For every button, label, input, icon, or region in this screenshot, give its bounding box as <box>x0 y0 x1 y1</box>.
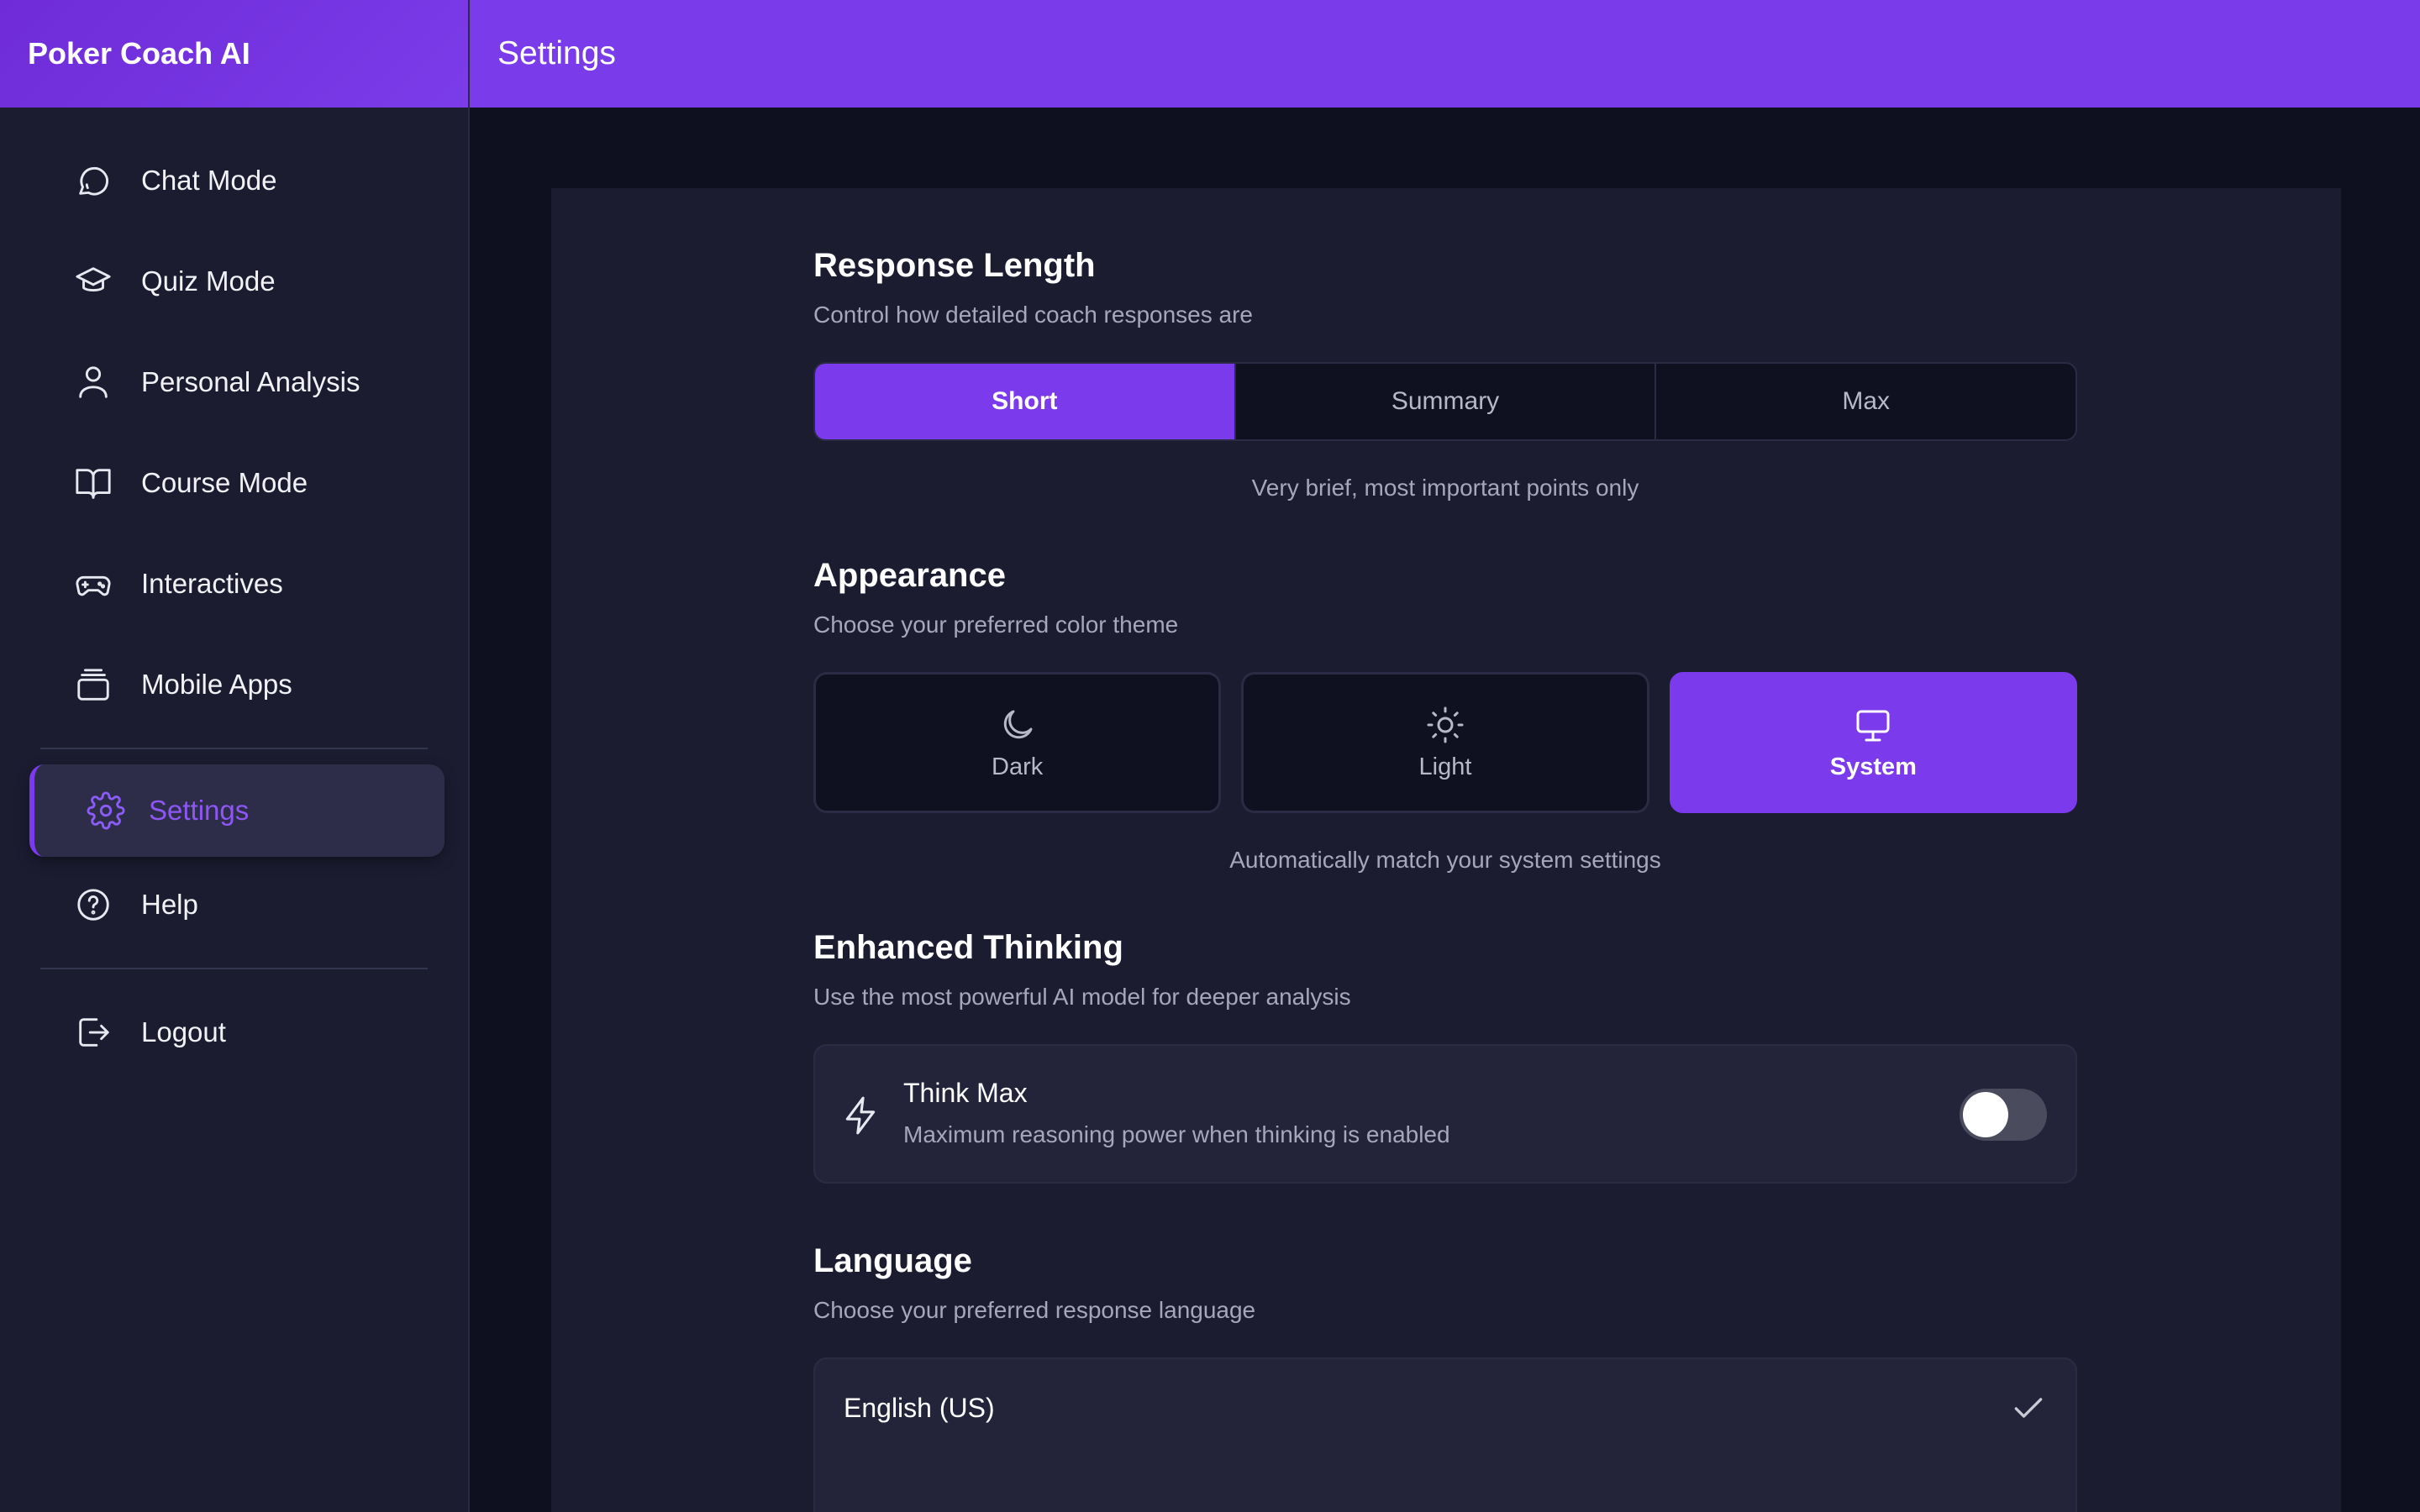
theme-label: Light <box>1418 753 1472 780</box>
question-circle-icon <box>74 885 113 924</box>
gear-icon <box>87 791 125 830</box>
sidebar-item-label: Mobile Apps <box>141 669 292 700</box>
think-max-toggle[interactable] <box>1960 1089 2047 1141</box>
theme-dark-button[interactable]: Dark <box>813 672 1222 813</box>
sidebar-item-quiz-mode[interactable]: Quiz Mode <box>0 244 468 319</box>
response-length-section: Response Length Control how detailed coa… <box>813 188 2077 501</box>
sidebar-item-mobile-apps[interactable]: Mobile Apps <box>0 647 468 722</box>
sidebar-item-label: Chat Mode <box>141 165 277 196</box>
section-title: Response Length <box>813 247 1096 284</box>
sidebar-item-label: Help <box>141 889 198 920</box>
moon-icon <box>997 705 1038 745</box>
sidebar-nav: Chat Mode Quiz Mode Personal Analysis Co… <box>0 108 468 1070</box>
language-option-selected[interactable]: English (US) <box>815 1359 2075 1457</box>
sidebar-item-label: Settings <box>149 795 250 826</box>
page-title: Settings <box>470 0 2420 108</box>
sidebar-item-label: Logout <box>141 1016 226 1047</box>
section-title: Appearance <box>813 557 1006 594</box>
main-content: Response Length Control how detailed coa… <box>471 108 2420 1512</box>
response-length-selector: Short Summary Max <box>813 362 2077 441</box>
response-length-summary-button[interactable]: Summary <box>1236 364 1657 439</box>
lightning-bolt-icon <box>840 1093 882 1138</box>
logout-icon <box>74 1013 113 1052</box>
response-length-short-button[interactable]: Short <box>815 364 1236 439</box>
monitor-icon <box>1853 705 1893 745</box>
user-icon <box>74 363 113 402</box>
theme-label: Dark <box>992 753 1044 780</box>
checkmark-icon <box>2010 1389 2047 1426</box>
appearance-hint: Automatically match your system settings <box>1229 847 1661 873</box>
section-title: Enhanced Thinking <box>813 929 1123 966</box>
sidebar: Poker Coach AI Chat Mode Quiz Mode Perso… <box>0 0 470 1512</box>
think-max-card: Think Max Maximum reasoning power when t… <box>813 1044 2077 1184</box>
sidebar-item-help[interactable]: Help <box>0 867 468 942</box>
language-section: Language Choose your preferred response … <box>813 1242 2077 1512</box>
think-max-title: Think Max <box>903 1078 1028 1108</box>
settings-panel: Response Length Control how detailed coa… <box>551 188 2341 1512</box>
section-description: Control how detailed coach responses are <box>813 302 1253 328</box>
sidebar-item-course-mode[interactable]: Course Mode <box>0 445 468 521</box>
sidebar-item-chat-mode[interactable]: Chat Mode <box>0 143 468 218</box>
response-length-max-button[interactable]: Max <box>1656 364 2075 439</box>
language-list: English (US) <box>813 1357 2077 1512</box>
toggle-knob <box>1963 1092 2008 1137</box>
sidebar-divider <box>40 968 428 969</box>
sidebar-item-logout[interactable]: Logout <box>0 995 468 1070</box>
sidebar-divider <box>40 748 428 749</box>
book-open-icon <box>74 464 113 502</box>
sidebar-item-settings[interactable]: Settings <box>29 764 445 857</box>
sun-icon <box>1425 705 1465 745</box>
app-title: Poker Coach AI <box>0 0 468 108</box>
section-description: Use the most powerful AI model for deepe… <box>813 984 1351 1010</box>
sidebar-item-label: Quiz Mode <box>141 265 276 297</box>
gamepad-icon <box>74 564 113 603</box>
settings-content: Response Length Control how detailed coa… <box>813 188 2077 1512</box>
theme-label: System <box>1829 753 1917 780</box>
stacked-cards-icon <box>74 665 113 704</box>
sidebar-item-interactives[interactable]: Interactives <box>0 546 468 622</box>
section-title: Language <box>813 1242 972 1279</box>
app-root: Poker Coach AI Chat Mode Quiz Mode Perso… <box>0 0 2420 1512</box>
theme-selector: Dark Light System <box>813 672 2077 813</box>
response-length-hint: Very brief, most important points only <box>1251 475 1639 501</box>
sidebar-item-label: Personal Analysis <box>141 366 360 397</box>
section-description: Choose your preferred response language <box>813 1297 1256 1323</box>
language-label: English (US) <box>844 1392 995 1423</box>
graduation-cap-icon <box>74 262 113 301</box>
theme-system-button[interactable]: System <box>1669 672 2077 813</box>
sidebar-item-personal-analysis[interactable]: Personal Analysis <box>0 344 468 420</box>
theme-light-button[interactable]: Light <box>1241 672 1649 813</box>
chat-bubble-icon <box>74 161 113 200</box>
sidebar-item-label: Interactives <box>141 568 283 599</box>
think-max-description: Maximum reasoning power when thinking is… <box>903 1121 1450 1147</box>
enhanced-thinking-section: Enhanced Thinking Use the most powerful … <box>813 929 2077 1184</box>
sidebar-item-label: Course Mode <box>141 467 308 498</box>
section-description: Choose your preferred color theme <box>813 612 1179 638</box>
appearance-section: Appearance Choose your preferred color t… <box>813 557 2077 874</box>
